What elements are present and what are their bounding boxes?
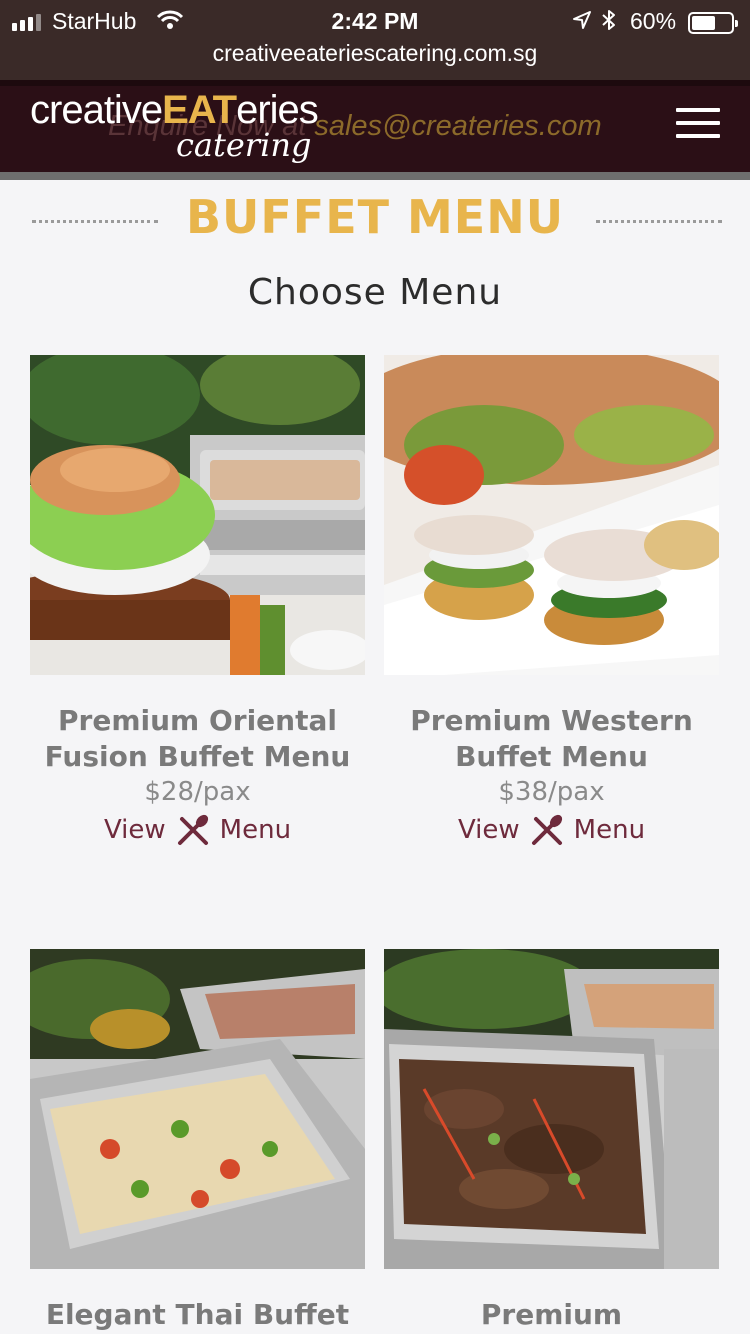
enquire-email-link[interactable]: sales@createries.com (314, 110, 601, 142)
menu-photo[interactable] (30, 355, 365, 675)
status-bar: StarHub 2:42 PM 60% creativeeateriescate… (0, 0, 750, 80)
battery-percentage: 60% (630, 8, 677, 34)
menu-price: $38/pax (498, 777, 605, 807)
menu-photo[interactable] (30, 949, 365, 1269)
address-bar-url[interactable]: creativeeateriescatering.com.sg (0, 40, 750, 67)
menu-card-thai[interactable]: Elegant Thai Buffet (30, 949, 365, 1333)
page-subtitle: Choose Menu (247, 272, 503, 313)
menu-price: $28/pax (144, 777, 251, 807)
menu-name: Premium Oriental Fusion Buffet Menu (44, 704, 351, 773)
menu-card-oriental[interactable]: Premium Oriental Fusion Buffet Menu $28/… (30, 355, 365, 847)
menu-name: Elegant Thai Buffet (45, 1298, 350, 1331)
logo-prefix: creative (30, 88, 163, 132)
menu-label: Menu (219, 815, 292, 845)
battery-level (692, 16, 715, 30)
hamburger-menu-icon[interactable] (676, 108, 720, 140)
fork-knife-icon (177, 814, 208, 845)
menu-name: Premium Western Buffet Menu (410, 704, 693, 773)
dotted-divider-right (596, 220, 722, 223)
header-divider (0, 172, 750, 180)
battery-icon (688, 12, 738, 34)
menu-card-premium[interactable]: Premium (384, 949, 719, 1333)
location-arrow-icon (573, 11, 591, 29)
view-label: View (457, 815, 520, 845)
site-logo[interactable]: creativeEATeries catering (30, 88, 330, 168)
logo-subtitle: catering (176, 126, 312, 164)
view-menu-link[interactable]: View Menu (30, 813, 365, 847)
menu-photo[interactable] (384, 949, 719, 1269)
site-header: Enquire Now at sales@createries.com crea… (0, 80, 750, 172)
menu-photo[interactable] (384, 355, 719, 675)
menu-card-western[interactable]: Premium Western Buffet Menu $38/pax View… (384, 355, 719, 847)
view-label: View (103, 815, 166, 845)
section-heading: BUFFET MENU (0, 190, 750, 250)
page-title: BUFFET MENU (185, 190, 565, 244)
fork-knife-icon (531, 814, 562, 845)
bluetooth-icon (602, 10, 615, 30)
menu-name: Premium (480, 1298, 623, 1331)
view-menu-link[interactable]: View Menu (384, 813, 719, 847)
menu-label: Menu (573, 815, 646, 845)
